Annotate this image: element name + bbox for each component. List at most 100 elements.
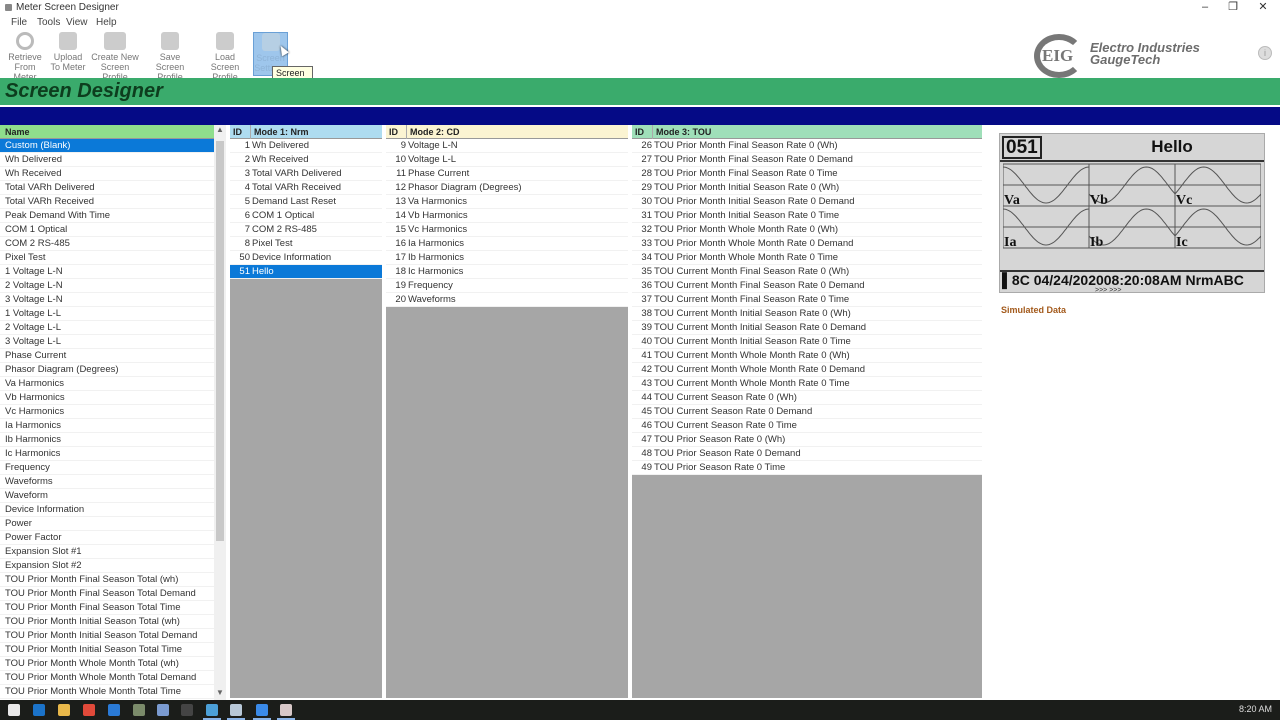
library-item[interactable]: COM 2 RS-485 — [0, 237, 214, 251]
mode3-row[interactable]: 26 TOU Prior Month Final Season Rate 0 (W… — [632, 139, 982, 153]
mode3-list[interactable]: ID Mode 3: TOU 26 TOU Prior Month Final Se… — [632, 125, 982, 698]
upload-to-meter-button[interactable]: Upload To Meter — [50, 32, 86, 76]
chrome-icon[interactable] — [83, 704, 95, 716]
edge-icon[interactable] — [108, 704, 120, 716]
library-item[interactable]: Vc Harmonics — [0, 405, 214, 419]
library-item[interactable]: Frequency — [0, 461, 214, 475]
scroll-down-icon[interactable]: ▼ — [214, 688, 226, 700]
outlook-icon[interactable] — [33, 704, 45, 716]
library-item[interactable]: Power — [0, 517, 214, 531]
mode1-row[interactable]: 2 Wh Received — [230, 153, 382, 167]
mode3-row[interactable]: 36 TOU Current Month Final Season Rate 0 … — [632, 279, 982, 293]
mode3-row[interactable]: 27 TOU Prior Month Final Season Rate 0 De… — [632, 153, 982, 167]
retrieve-from-meter-button[interactable]: Retrieve From Meter — [2, 32, 48, 82]
mode1-row[interactable]: 3 Total VARh Delivered — [230, 167, 382, 181]
library-item[interactable]: TOU Prior Month Final Season Total (wh) — [0, 573, 214, 587]
library-item[interactable]: 3 Voltage L-L — [0, 335, 214, 349]
minimize-button[interactable]: – — [1190, 0, 1220, 16]
mode2-row[interactable]: 18 Ic Harmonics — [386, 265, 628, 279]
mode3-row[interactable]: 46 TOU Current Season Rate 0 Time — [632, 419, 982, 433]
mode2-row[interactable]: 17 Ib Harmonics — [386, 251, 628, 265]
save-screen-profile-button[interactable]: Save Screen Profile — [144, 32, 196, 82]
menu-help[interactable]: Help — [96, 17, 117, 28]
mode1-row[interactable]: 6 COM 1 Optical — [230, 209, 382, 223]
library-item[interactable]: Ic Harmonics — [0, 447, 214, 461]
mode3-row[interactable]: 48 TOU Prior Season Rate 0 Demand — [632, 447, 982, 461]
mode3-row[interactable]: 37 TOU Current Month Final Season Rate 0 … — [632, 293, 982, 307]
library-item[interactable]: Waveforms — [0, 475, 214, 489]
library-item[interactable]: COM 1 Optical — [0, 223, 214, 237]
mode2-row[interactable]: 19 Frequency — [386, 279, 628, 293]
library-item[interactable]: TOU Prior Month Whole Month Total (wh) — [0, 657, 214, 671]
mode1-row[interactable]: 8 Pixel Test — [230, 237, 382, 251]
mode3-row[interactable]: 33 TOU Prior Month Whole Month Rate 0 Dem… — [632, 237, 982, 251]
mode3-row[interactable]: 41 TOU Current Month Whole Month Rate 0 (… — [632, 349, 982, 363]
library-scrollbar[interactable]: ▲ ▼ — [214, 125, 226, 700]
mode3-row[interactable]: 32 TOU Prior Month Whole Month Rate 0 (Wh… — [632, 223, 982, 237]
mode3-row[interactable]: 35 TOU Current Month Final Season Rate 0 … — [632, 265, 982, 279]
library-item[interactable]: Peak Demand With Time — [0, 209, 214, 223]
mode3-row[interactable]: 28 TOU Prior Month Final Season Rate 0 Ti… — [632, 167, 982, 181]
library-item[interactable]: 2 Voltage L-L — [0, 321, 214, 335]
mode2-row[interactable]: 20 Waveforms — [386, 293, 628, 307]
name-column-header[interactable]: Name — [0, 125, 214, 139]
menu-view[interactable]: View — [66, 17, 88, 28]
windows-start-icon[interactable] — [8, 704, 20, 716]
mode2-row[interactable]: 14 Vb Harmonics — [386, 209, 628, 223]
library-item[interactable]: TOU Prior Month Initial Season Total Dem… — [0, 629, 214, 643]
mode3-row[interactable]: 44 TOU Current Season Rate 0 (Wh) — [632, 391, 982, 405]
library-item[interactable]: Device Information — [0, 503, 214, 517]
library-item[interactable]: Total VARh Delivered — [0, 181, 214, 195]
library-item[interactable]: Phase Current — [0, 349, 214, 363]
menu-file[interactable]: File — [11, 17, 27, 28]
network-icon[interactable] — [157, 704, 169, 716]
library-item[interactable]: Total VARh Received — [0, 195, 214, 209]
viewer-icon[interactable] — [277, 704, 295, 720]
tools-icon[interactable] — [133, 704, 145, 716]
library-item[interactable]: TOU Prior Month Final Season Total Deman… — [0, 587, 214, 601]
library-item[interactable]: TOU Prior Month Whole Month Total Demand — [0, 671, 214, 685]
mode3-row[interactable]: 49 TOU Prior Season Rate 0 Time — [632, 461, 982, 475]
mode3-row[interactable]: 31 TOU Prior Month Initial Season Rate 0 … — [632, 209, 982, 223]
mode1-row[interactable]: 7 COM 2 RS-485 — [230, 223, 382, 237]
library-item[interactable]: TOU Prior Month Initial Season Total Tim… — [0, 643, 214, 657]
library-item[interactable]: 1 Voltage L-N — [0, 265, 214, 279]
file-explorer-icon[interactable] — [58, 704, 70, 716]
library-item[interactable]: 1 Voltage L-L — [0, 307, 214, 321]
library-item[interactable]: Expansion Slot #1 — [0, 545, 214, 559]
close-button[interactable]: ✕ — [1248, 0, 1278, 16]
mode3-row[interactable]: 29 TOU Prior Month Initial Season Rate 0 … — [632, 181, 982, 195]
mode2-row[interactable]: 15 Vc Harmonics — [386, 223, 628, 237]
library-item[interactable]: TOU Prior Month Final Season Total Time — [0, 601, 214, 615]
mode2-row[interactable]: 12 Phasor Diagram (Degrees) — [386, 181, 628, 195]
mode3-row[interactable]: 38 TOU Current Month Initial Season Rate … — [632, 307, 982, 321]
mode2-row[interactable]: 10 Voltage L-L — [386, 153, 628, 167]
library-item[interactable]: 3 Voltage L-N — [0, 293, 214, 307]
mode1-row[interactable]: 4 Total VARh Received — [230, 181, 382, 195]
mode3-row[interactable]: 34 TOU Prior Month Whole Month Rate 0 Tim… — [632, 251, 982, 265]
mode2-row[interactable]: 11 Phase Current — [386, 167, 628, 181]
library-item[interactable]: Ib Harmonics — [0, 433, 214, 447]
library-item[interactable]: Wh Received — [0, 167, 214, 181]
library-item[interactable]: Pixel Test — [0, 251, 214, 265]
mode3-row[interactable]: 43 TOU Current Month Whole Month Rate 0 T… — [632, 377, 982, 391]
mode1-row[interactable]: 50 Device Information — [230, 251, 382, 265]
app-icon[interactable] — [203, 704, 221, 720]
mode3-row[interactable]: 40 TOU Current Month Initial Season Rate … — [632, 335, 982, 349]
mode3-row[interactable]: 39 TOU Current Month Initial Season Rate … — [632, 321, 982, 335]
mode1-row[interactable]: 51 Hello — [230, 265, 382, 279]
library-item[interactable]: Power Factor — [0, 531, 214, 545]
library-item[interactable]: Custom (Blank) — [0, 139, 214, 153]
library-item[interactable]: Vb Harmonics — [0, 391, 214, 405]
library-item[interactable]: 2 Voltage L-N — [0, 279, 214, 293]
load-screen-profile-button[interactable]: Load Screen Profile — [199, 32, 251, 82]
library-item[interactable]: TOU Prior Month Whole Month Total Time — [0, 685, 214, 699]
scroll-thumb[interactable] — [216, 141, 224, 541]
library-item[interactable]: Expansion Slot #2 — [0, 559, 214, 573]
library-item[interactable]: Waveform — [0, 489, 214, 503]
chat-icon[interactable] — [253, 704, 271, 720]
meter-designer-icon[interactable] — [227, 704, 245, 720]
library-item[interactable]: Va Harmonics — [0, 377, 214, 391]
info-icon[interactable]: i — [1258, 46, 1272, 60]
library-item[interactable]: Ia Harmonics — [0, 419, 214, 433]
